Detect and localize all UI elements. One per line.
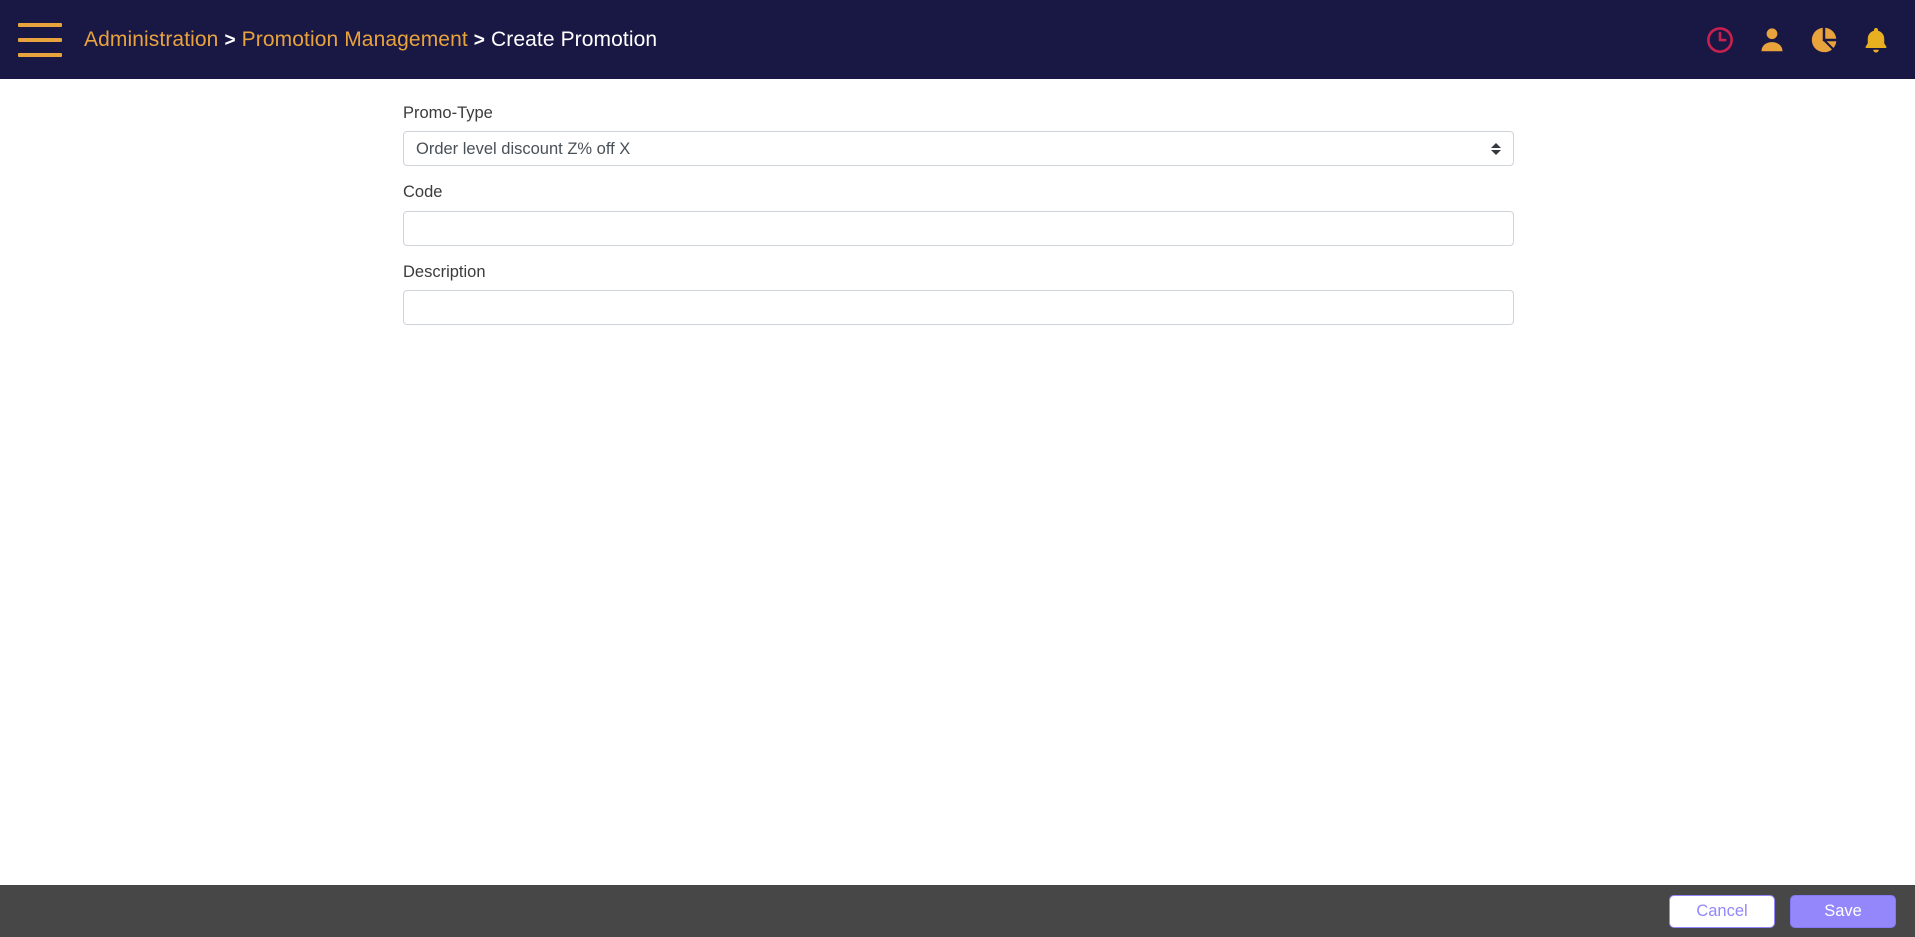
breadcrumb-separator: >	[473, 29, 485, 51]
app-header: Administration > Promotion Management > …	[0, 0, 1915, 79]
create-promotion-form: Promo-Type Order level discount Z% off X…	[403, 103, 1514, 326]
hamburger-bar	[18, 37, 62, 42]
breadcrumb: Administration > Promotion Management > …	[84, 28, 657, 52]
hamburger-bar	[18, 52, 62, 57]
hamburger-bar	[18, 22, 62, 27]
breadcrumb-item-create-promotion: Create Promotion	[491, 27, 658, 51]
promo-type-select[interactable]: Order level discount Z% off X	[403, 131, 1514, 167]
promo-type-select-wrapper: Order level discount Z% off X	[403, 131, 1514, 167]
code-input[interactable]	[403, 210, 1514, 246]
user-icon[interactable]	[1755, 23, 1789, 57]
description-label: Description	[403, 262, 486, 281]
description-input[interactable]	[403, 290, 1514, 326]
save-button[interactable]: Save	[1790, 894, 1896, 928]
header-icon-group	[1703, 23, 1893, 57]
breadcrumb-separator: >	[224, 29, 236, 51]
promo-type-label: Promo-Type	[403, 104, 493, 122]
bell-icon[interactable]	[1859, 23, 1893, 57]
breadcrumb-item-promotion-management[interactable]: Promotion Management	[242, 28, 468, 52]
clock-icon[interactable]	[1703, 23, 1737, 57]
main-content: Promo-Type Order level discount Z% off X…	[0, 79, 1915, 885]
field-description: Description	[403, 262, 1514, 326]
hamburger-menu-icon[interactable]	[18, 22, 62, 57]
field-code: Code	[403, 182, 1514, 246]
cancel-button[interactable]: Cancel	[1669, 894, 1775, 928]
field-promo-type: Promo-Type Order level discount Z% off X	[403, 103, 1514, 167]
breadcrumb-item-administration[interactable]: Administration	[84, 28, 218, 52]
app-root: Administration > Promotion Management > …	[0, 0, 1915, 937]
pie-chart-icon[interactable]	[1807, 23, 1841, 57]
action-bar: Cancel Save	[0, 885, 1915, 937]
code-label: Code	[403, 183, 443, 202]
